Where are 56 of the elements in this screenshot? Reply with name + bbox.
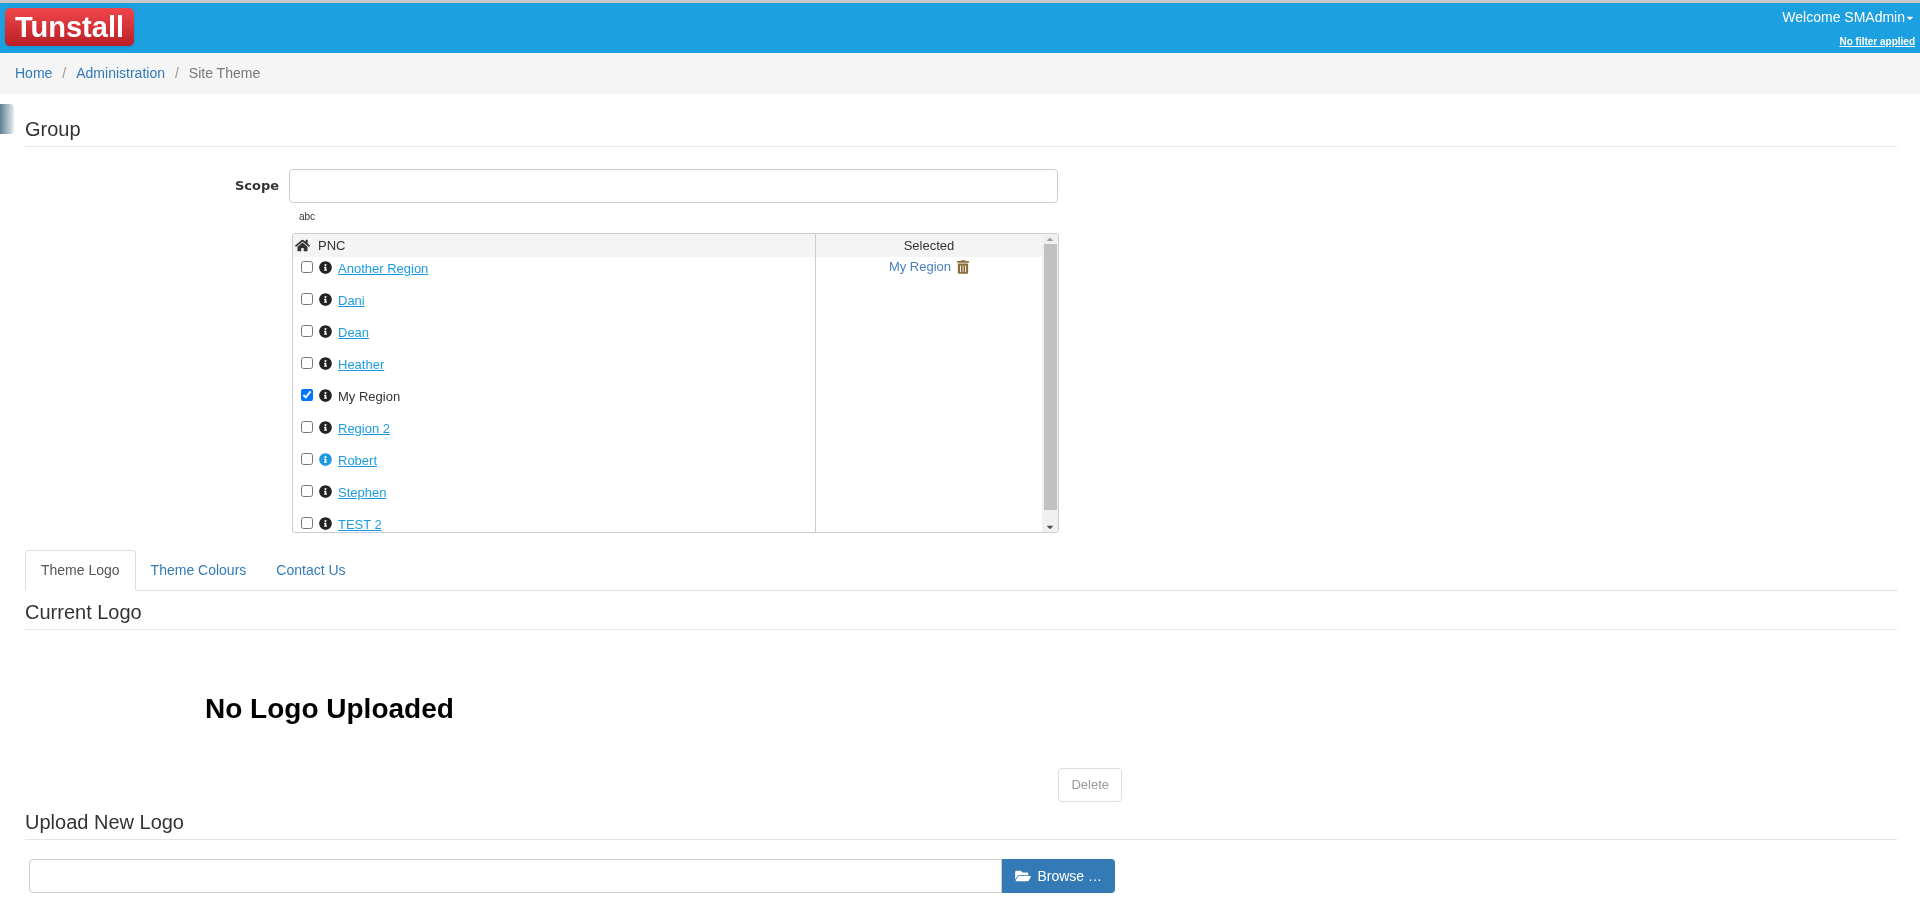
info-icon[interactable] [319, 357, 332, 370]
tree-item-link[interactable]: Heather [338, 355, 385, 375]
filter-link[interactable]: No filter applied [1839, 34, 1915, 49]
tab[interactable]: Contact Us [261, 550, 361, 591]
browse-button[interactable]: Browse … [1002, 859, 1115, 893]
selected-item: My Region [888, 258, 952, 276]
item-checkbox[interactable] [301, 453, 313, 465]
item-checkbox[interactable] [301, 485, 313, 497]
info-icon[interactable] [319, 389, 332, 402]
tree-item-link[interactable]: Region 2 [338, 419, 391, 439]
info-icon[interactable] [319, 421, 332, 434]
item-checkbox[interactable] [301, 421, 313, 433]
breadcrumb-link[interactable]: Administration [76, 63, 165, 84]
scope-hint: abc [299, 210, 317, 224]
scope-label: Scope [233, 177, 280, 195]
item-checkbox[interactable] [301, 325, 313, 337]
info-icon[interactable] [319, 293, 332, 306]
item-checkbox[interactable] [301, 293, 313, 305]
no-logo-message: No Logo Uploaded [205, 692, 455, 726]
home-icon [295, 238, 310, 253]
section-heading: Group [25, 114, 1897, 147]
item-checkbox[interactable] [301, 389, 313, 401]
info-icon[interactable] [319, 517, 332, 530]
scroll-thumb[interactable] [1043, 244, 1057, 510]
info-icon[interactable] [319, 325, 332, 338]
tree-item-link[interactable]: Dani [338, 291, 365, 311]
folder-icon [1015, 869, 1032, 883]
logo[interactable]: Tunstall [5, 8, 135, 46]
item-checkbox[interactable] [301, 517, 313, 529]
file-path-field[interactable] [29, 859, 1003, 893]
tree-item-link[interactable]: Dean [338, 323, 370, 343]
delete-button[interactable]: Delete [1058, 768, 1122, 802]
breadcrumb-link[interactable]: Home [15, 63, 53, 84]
user-menu[interactable]: Welcome SMAdmin [1782, 7, 1915, 28]
selected-heading: Selected [816, 234, 1042, 257]
breadcrumb-separator: / [173, 64, 180, 83]
breadcrumb-separator: / [61, 64, 68, 83]
tree-item-link[interactable]: Robert [338, 451, 378, 471]
scope-field[interactable] [289, 169, 1058, 203]
tree-item-link[interactable]: Another Region [338, 259, 429, 279]
root-label: PNC [318, 236, 346, 255]
tree-item-link[interactable]: Stephen [338, 483, 387, 503]
item-checkbox[interactable] [301, 357, 313, 369]
tab[interactable]: Theme Logo [25, 550, 136, 591]
info-icon[interactable] [319, 261, 332, 274]
info-icon[interactable] [319, 485, 332, 498]
item-checkbox[interactable] [301, 261, 313, 273]
tree-item[interactable]: My Region [338, 387, 401, 407]
scrollbar[interactable] [1042, 234, 1058, 532]
trash-icon[interactable] [957, 259, 970, 274]
tree-item-link[interactable]: TEST 2 [338, 515, 382, 532]
tab[interactable]: Theme Colours [135, 550, 262, 591]
section-heading: Current Logo [25, 597, 1897, 630]
section-heading: Upload New Logo [25, 807, 1897, 840]
breadcrumb-current: Site Theme [188, 64, 261, 83]
side-handle[interactable] [0, 104, 14, 134]
